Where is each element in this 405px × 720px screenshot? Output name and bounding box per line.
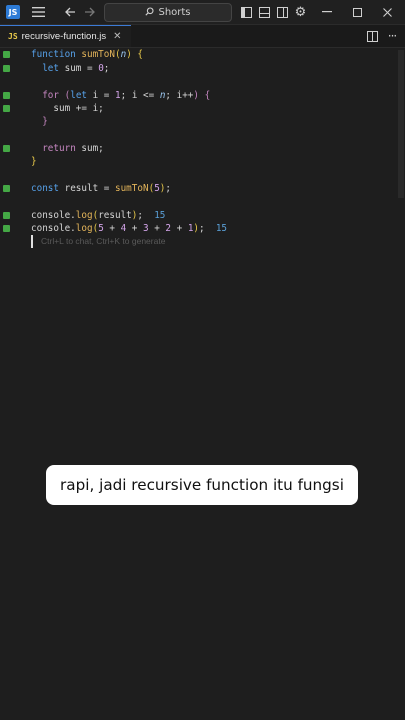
more-actions-icon[interactable]: ··· (384, 25, 400, 47)
back-arrow-icon[interactable] (62, 0, 78, 24)
code-line: for (let i = 1; i <= n; i++) { (0, 89, 405, 102)
tab-filename: recursive-function.js (21, 31, 107, 42)
minimize-icon[interactable] (318, 0, 336, 24)
code-line: console.log(result); 15 (0, 209, 405, 222)
inline-result-hint: 15 (215, 223, 228, 234)
code-line: function sumToN(n) { (0, 48, 405, 61)
gutter-added-marker (3, 185, 10, 192)
app-icon: JS (6, 5, 20, 19)
inline-result-hint: 15 (154, 210, 166, 221)
code-line: let sum = 0; (0, 62, 405, 75)
code-line-current[interactable]: Ctrl+L to chat, Ctrl+K to generate (0, 235, 405, 248)
gutter-added-marker (3, 225, 10, 232)
maximize-icon[interactable] (348, 0, 366, 24)
layout-sidebar-left-icon[interactable] (238, 0, 254, 24)
code-line: sum += i; (0, 102, 405, 115)
gutter-added-marker (3, 145, 10, 152)
gutter-added-marker (3, 105, 10, 112)
menu-icon[interactable] (28, 0, 48, 24)
gear-icon[interactable]: ⚙ (292, 0, 309, 24)
layout-sidebar-right-icon[interactable] (274, 0, 290, 24)
tab-bar: JS recursive-function.js ✕ ··· (0, 25, 405, 48)
search-label: Shorts (158, 7, 191, 18)
code-line: } (31, 156, 37, 167)
video-caption: rapi, jadi recursive function itu fungsi (46, 465, 358, 505)
code-line: console.log(5 + 4 + 3 + 2 + 1); 15 (0, 222, 405, 235)
split-editor-icon[interactable] (364, 25, 380, 47)
forward-arrow-icon[interactable] (81, 0, 97, 24)
ai-ghost-hint: Ctrl+L to chat, Ctrl+K to generate (41, 236, 166, 246)
code-line: return sum; (0, 142, 405, 155)
caption-text: rapi, jadi recursive function itu fungsi (60, 476, 344, 494)
js-file-icon: JS (8, 32, 18, 41)
tab-recursive-function[interactable]: JS recursive-function.js ✕ (0, 25, 131, 47)
code-editor[interactable]: function sumToN(n) { let sum = 0; for (l… (0, 48, 405, 720)
code-line: const result = sumToN(5); (0, 182, 405, 195)
text-cursor (31, 235, 33, 248)
command-search-input[interactable]: Shorts (104, 3, 232, 22)
title-bar: JS Shorts ⚙ (0, 0, 405, 25)
search-icon (145, 6, 155, 19)
layout-panel-icon[interactable] (256, 0, 272, 24)
gutter-added-marker (3, 92, 10, 99)
tab-close-icon[interactable]: ✕ (113, 31, 121, 42)
gutter-added-marker (3, 65, 10, 72)
scrollbar[interactable] (398, 50, 404, 198)
code-line: } (42, 116, 48, 127)
close-icon[interactable] (378, 0, 396, 24)
gutter-added-marker (3, 212, 10, 219)
gutter-added-marker (3, 51, 10, 58)
